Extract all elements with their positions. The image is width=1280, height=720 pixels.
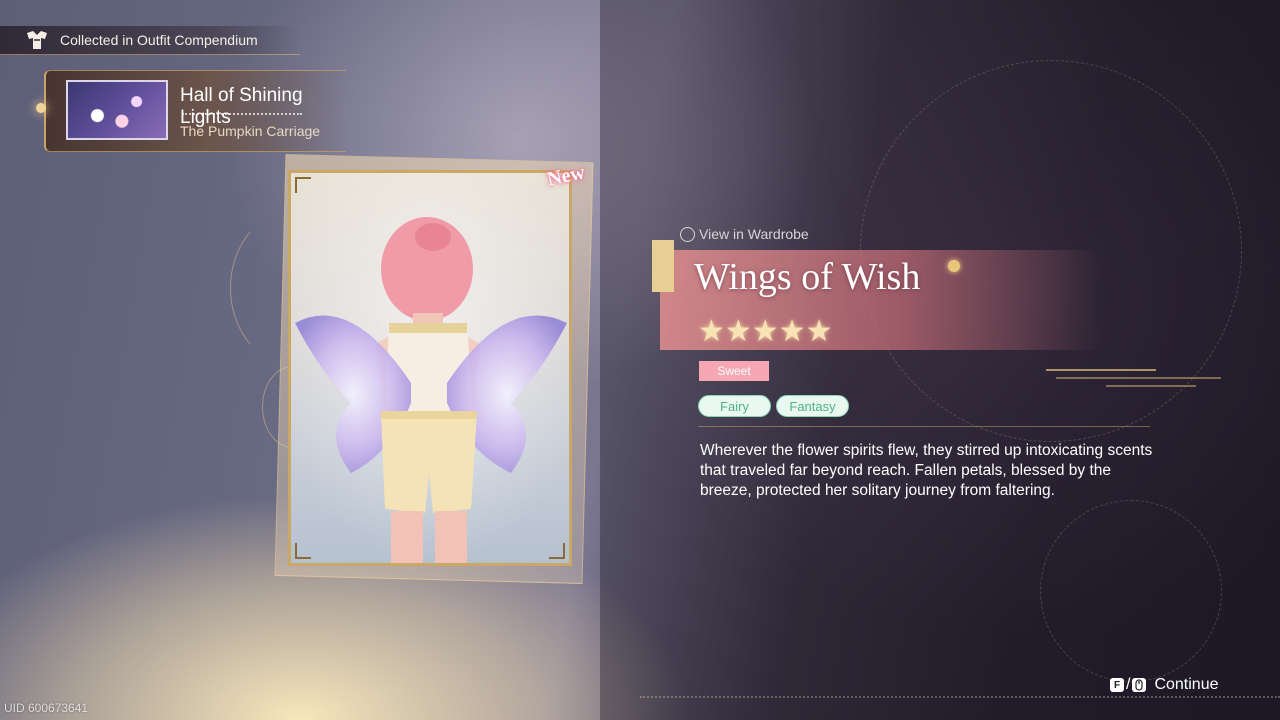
collection-thumbnail (66, 80, 168, 140)
star-icon: ★★★★★ (698, 314, 833, 349)
sparkle-icon (36, 103, 46, 113)
view-in-wardrobe-label: View in Wardrobe (699, 226, 809, 242)
decorative-ring (1040, 500, 1222, 682)
filmstrip-ornament (652, 240, 674, 292)
rarity-stars: ★★★★★ (698, 316, 832, 348)
style-tag: Sweet (699, 361, 769, 381)
outfit-card[interactable] (288, 170, 572, 566)
gold-knot-ornament (948, 260, 960, 272)
compendium-label: Collected in Outfit Compendium (60, 32, 258, 48)
divider (640, 696, 1280, 698)
continue-button[interactable]: F / Continue (1110, 676, 1219, 694)
label-pill-fairy: Fairy (698, 395, 771, 417)
wardrobe-icon (680, 226, 695, 242)
divider (698, 426, 1150, 427)
continue-label: Continue (1154, 676, 1219, 693)
outfit-description: Wherever the flower spirits flew, they s… (700, 442, 1153, 499)
collection-card[interactable]: Hall of Shining Lights The Pumpkin Carri… (36, 70, 346, 152)
label-pill-fantasy: Fantasy (776, 395, 849, 417)
compendium-banner: Collected in Outfit Compendium (0, 26, 300, 55)
f-key-icon: F (1110, 678, 1124, 692)
corner-ornament (295, 543, 311, 559)
corner-ornament (549, 543, 565, 559)
separator: / (1126, 676, 1131, 693)
corner-ornament (295, 177, 311, 193)
outfit-name: Wings of Wish (694, 256, 921, 298)
outfit-illustration (291, 173, 569, 563)
view-in-wardrobe-button[interactable]: View in Wardrobe (680, 226, 809, 242)
uid-label: UID 600673641 (4, 701, 89, 715)
collection-subtitle: The Pumpkin Carriage (180, 123, 321, 139)
outfit-compendium-icon (24, 29, 50, 51)
decorative-lines (1046, 369, 1221, 387)
divider (182, 113, 302, 115)
mouse-icon (1132, 678, 1147, 692)
